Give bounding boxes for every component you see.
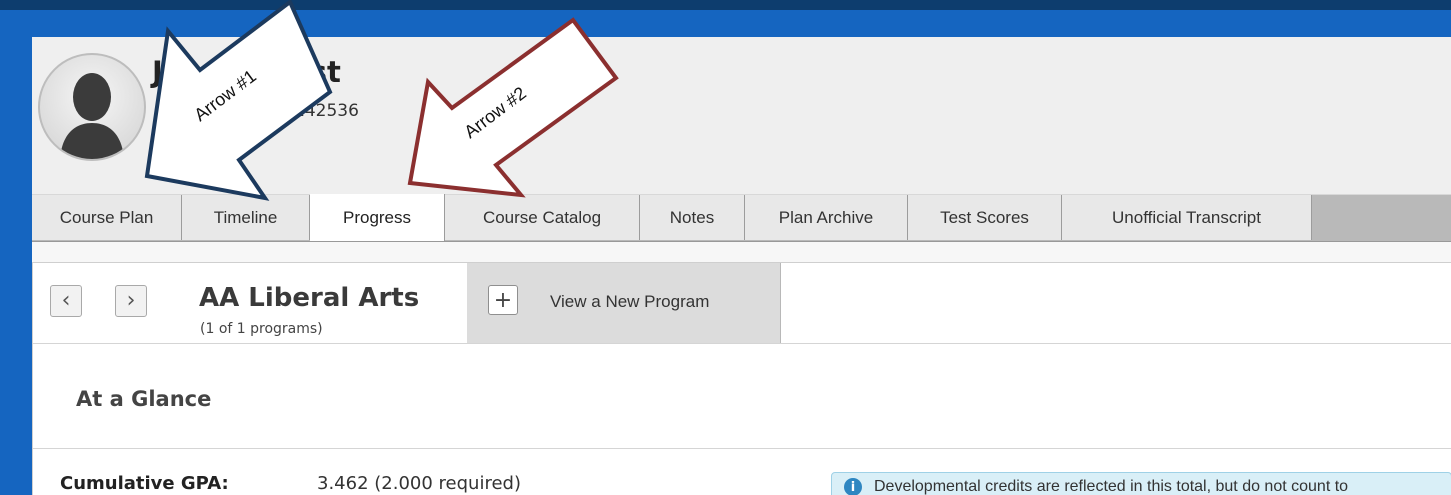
info-text: Developmental credits are reflected in t… bbox=[874, 478, 1349, 495]
next-program-button[interactable]: › bbox=[115, 285, 147, 317]
progress-content: ‹ › AA Liberal Arts (1 of 1 programs) + … bbox=[32, 242, 1451, 495]
plus-icon: + bbox=[488, 285, 518, 315]
program-card: AA Liberal Arts (1 of 1 programs) bbox=[174, 263, 468, 343]
student-name: John Ateest bbox=[152, 55, 341, 89]
program-count: (1 of 1 programs) bbox=[200, 321, 323, 337]
tab-test-scores[interactable]: Test Scores bbox=[908, 195, 1062, 240]
developmental-credits-notice: i Developmental credits are reflected in… bbox=[831, 472, 1451, 495]
divider bbox=[33, 448, 1451, 449]
view-new-program-button[interactable]: + View a New Program bbox=[467, 263, 781, 344]
divider bbox=[33, 343, 1451, 344]
student-id: 142536 bbox=[294, 101, 359, 121]
tab-progress[interactable]: Progress bbox=[310, 194, 445, 241]
tab-unofficial-transcript[interactable]: Unofficial Transcript bbox=[1062, 195, 1312, 240]
program-title: AA Liberal Arts bbox=[199, 283, 420, 313]
tab-notes[interactable]: Notes bbox=[640, 195, 745, 240]
view-new-program-label: View a New Program bbox=[550, 292, 710, 311]
tab-plan-archive[interactable]: Plan Archive bbox=[745, 195, 908, 240]
cumulative-gpa-label: Cumulative GPA: bbox=[60, 473, 229, 494]
tab-timeline[interactable]: Timeline bbox=[182, 195, 310, 240]
chevron-right-icon: › bbox=[126, 288, 136, 313]
tab-course-catalog[interactable]: Course Catalog bbox=[445, 195, 640, 240]
cumulative-gpa-value: 3.462 (2.000 required) bbox=[317, 473, 521, 494]
info-icon: i bbox=[844, 478, 862, 495]
previous-program-button[interactable]: ‹ bbox=[50, 285, 82, 317]
at-a-glance-heading: At a Glance bbox=[76, 387, 212, 411]
student-header: John Ateest 142536 bbox=[32, 37, 1451, 195]
person-silhouette-icon bbox=[60, 73, 124, 159]
chevron-left-icon: ‹ bbox=[61, 288, 71, 313]
avatar bbox=[38, 53, 146, 161]
program-panel: ‹ › AA Liberal Arts (1 of 1 programs) + … bbox=[32, 262, 1451, 495]
top-bar bbox=[0, 0, 1451, 10]
tab-course-plan[interactable]: Course Plan bbox=[32, 195, 182, 240]
student-page: John Ateest 142536 Course Plan Timeline … bbox=[32, 37, 1451, 495]
tab-bar: Course Plan Timeline Progress Course Cat… bbox=[32, 194, 1451, 242]
